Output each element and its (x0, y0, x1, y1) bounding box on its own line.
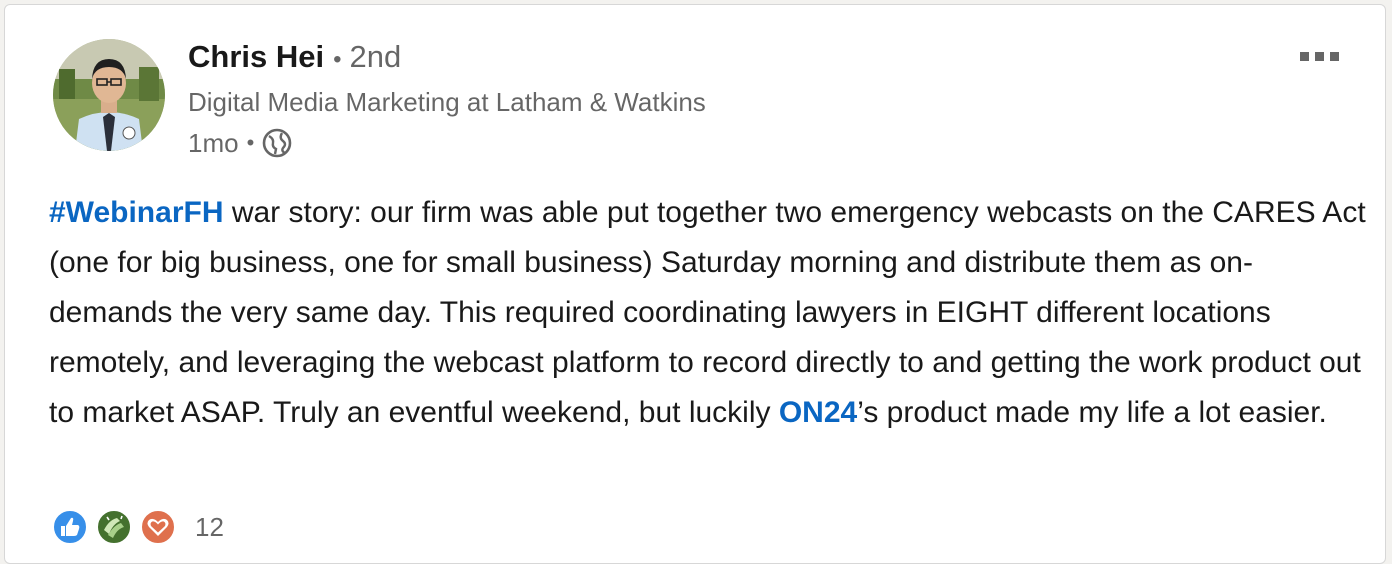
connection-degree: 2nd (349, 39, 402, 74)
author-name[interactable]: Chris Hei (188, 39, 324, 75)
mention-link[interactable]: ON24 (779, 396, 857, 429)
separator-dot: • (246, 130, 255, 155)
celebrate-icon (95, 508, 133, 546)
more-options-icon[interactable] (1289, 41, 1349, 71)
reaction-count[interactable]: 12 (195, 512, 224, 543)
hashtag-link[interactable]: #WebinarFH (49, 196, 223, 229)
reactions-bar[interactable]: 12 (51, 507, 224, 547)
avatar-photo (53, 39, 165, 151)
separator-dot: • (333, 46, 342, 73)
post-meta: 1mo • (188, 125, 293, 161)
more-dot (1314, 51, 1324, 61)
love-icon (139, 508, 177, 546)
post-text: ’s product made my life a lot easier. (857, 396, 1327, 429)
like-icon (51, 508, 89, 546)
post-card: Chris Hei • 2nd Digital Media Marketing … (4, 4, 1386, 564)
avatar[interactable] (53, 39, 165, 151)
author-headline: Digital Media Marketing at Latham & Watk… (188, 87, 706, 117)
globe-icon (261, 127, 293, 159)
post-body: #WebinarFH war story: our firm was able … (49, 188, 1369, 438)
more-dot (1329, 51, 1339, 61)
post-time[interactable]: 1mo (188, 128, 239, 159)
more-dot (1299, 51, 1309, 61)
post-text: war story: our firm was able put togethe… (49, 196, 1366, 429)
author-row: Chris Hei • 2nd (188, 39, 401, 79)
